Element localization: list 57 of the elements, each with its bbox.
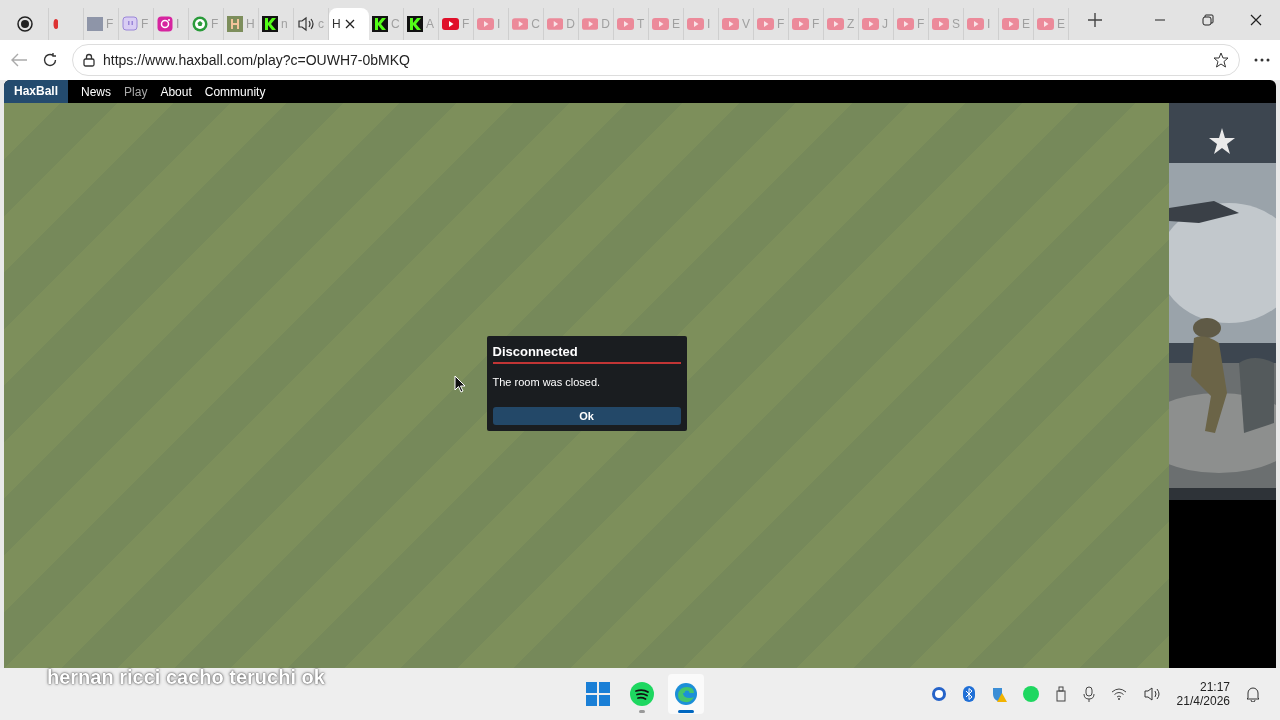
- play-icon: [827, 18, 844, 30]
- letter-k-icon: [372, 16, 388, 32]
- camera-icon: [157, 16, 173, 32]
- microphone-icon[interactable]: [1082, 686, 1095, 702]
- play-icon: [932, 18, 949, 30]
- play-icon: [1002, 18, 1019, 30]
- play-icon: [442, 18, 459, 30]
- record-icon: [17, 16, 33, 32]
- play-icon: [617, 18, 634, 30]
- speaker-icon: [297, 16, 315, 32]
- dialog-message: The room was closed.: [492, 376, 602, 388]
- play-icon: [582, 18, 599, 30]
- play-icon: [1037, 18, 1054, 30]
- close-icon[interactable]: [1250, 14, 1262, 26]
- play-icon: [792, 18, 809, 30]
- play-icon: [757, 18, 774, 30]
- close-icon[interactable]: [343, 18, 356, 30]
- play-icon: [477, 18, 494, 30]
- ok-button[interactable]: Ok: [492, 407, 681, 425]
- play-icon: [652, 18, 669, 30]
- bluetooth-icon[interactable]: [962, 686, 975, 702]
- cursor-icon: [454, 375, 466, 393]
- wifi-icon[interactable]: [1110, 688, 1127, 700]
- windows-icon: [586, 682, 610, 706]
- browser-tab[interactable]: H: [329, 8, 369, 40]
- play-icon: [967, 18, 984, 30]
- star-icon[interactable]: [1213, 52, 1229, 68]
- letter-k-icon: [407, 16, 423, 32]
- letter-k-icon: [262, 16, 278, 32]
- play-icon: [512, 18, 529, 30]
- play-icon: [687, 18, 704, 30]
- restore-icon[interactable]: [1202, 14, 1214, 26]
- lock-icon: [83, 53, 95, 67]
- nav-link[interactable]: About: [160, 84, 192, 99]
- letter-h-icon: [227, 16, 243, 32]
- play-icon: [722, 18, 739, 30]
- nav-link[interactable]: Play: [124, 84, 148, 99]
- play-icon: [862, 18, 879, 30]
- dialog-title: Disconnected: [492, 344, 681, 364]
- address-bar[interactable]: https://www.haxball.com/play?c=OUWH7-0bMKQ: [72, 44, 1240, 76]
- ball-icon: [192, 16, 208, 32]
- more-icon[interactable]: [1254, 58, 1270, 62]
- overlay-caption: hernan ricci cacho teruchi ok: [47, 666, 325, 689]
- chat-icon: [122, 16, 138, 32]
- clock[interactable]: 21:17 21/4/2026: [1176, 680, 1230, 708]
- shield-warning-icon[interactable]: [990, 686, 1007, 702]
- browser-icon: [674, 682, 698, 706]
- site-logo[interactable]: HaxBall: [4, 80, 69, 103]
- square-icon: [87, 16, 103, 32]
- nav-link[interactable]: News: [81, 84, 112, 99]
- nav-link[interactable]: Community: [204, 84, 266, 99]
- speaker-icon[interactable]: [1142, 686, 1161, 702]
- play-icon: [897, 18, 914, 30]
- reload-icon[interactable]: [42, 52, 58, 68]
- usb-drive-icon[interactable]: [1054, 686, 1067, 702]
- play-icon: [547, 18, 564, 30]
- bell-icon[interactable]: [1246, 686, 1260, 702]
